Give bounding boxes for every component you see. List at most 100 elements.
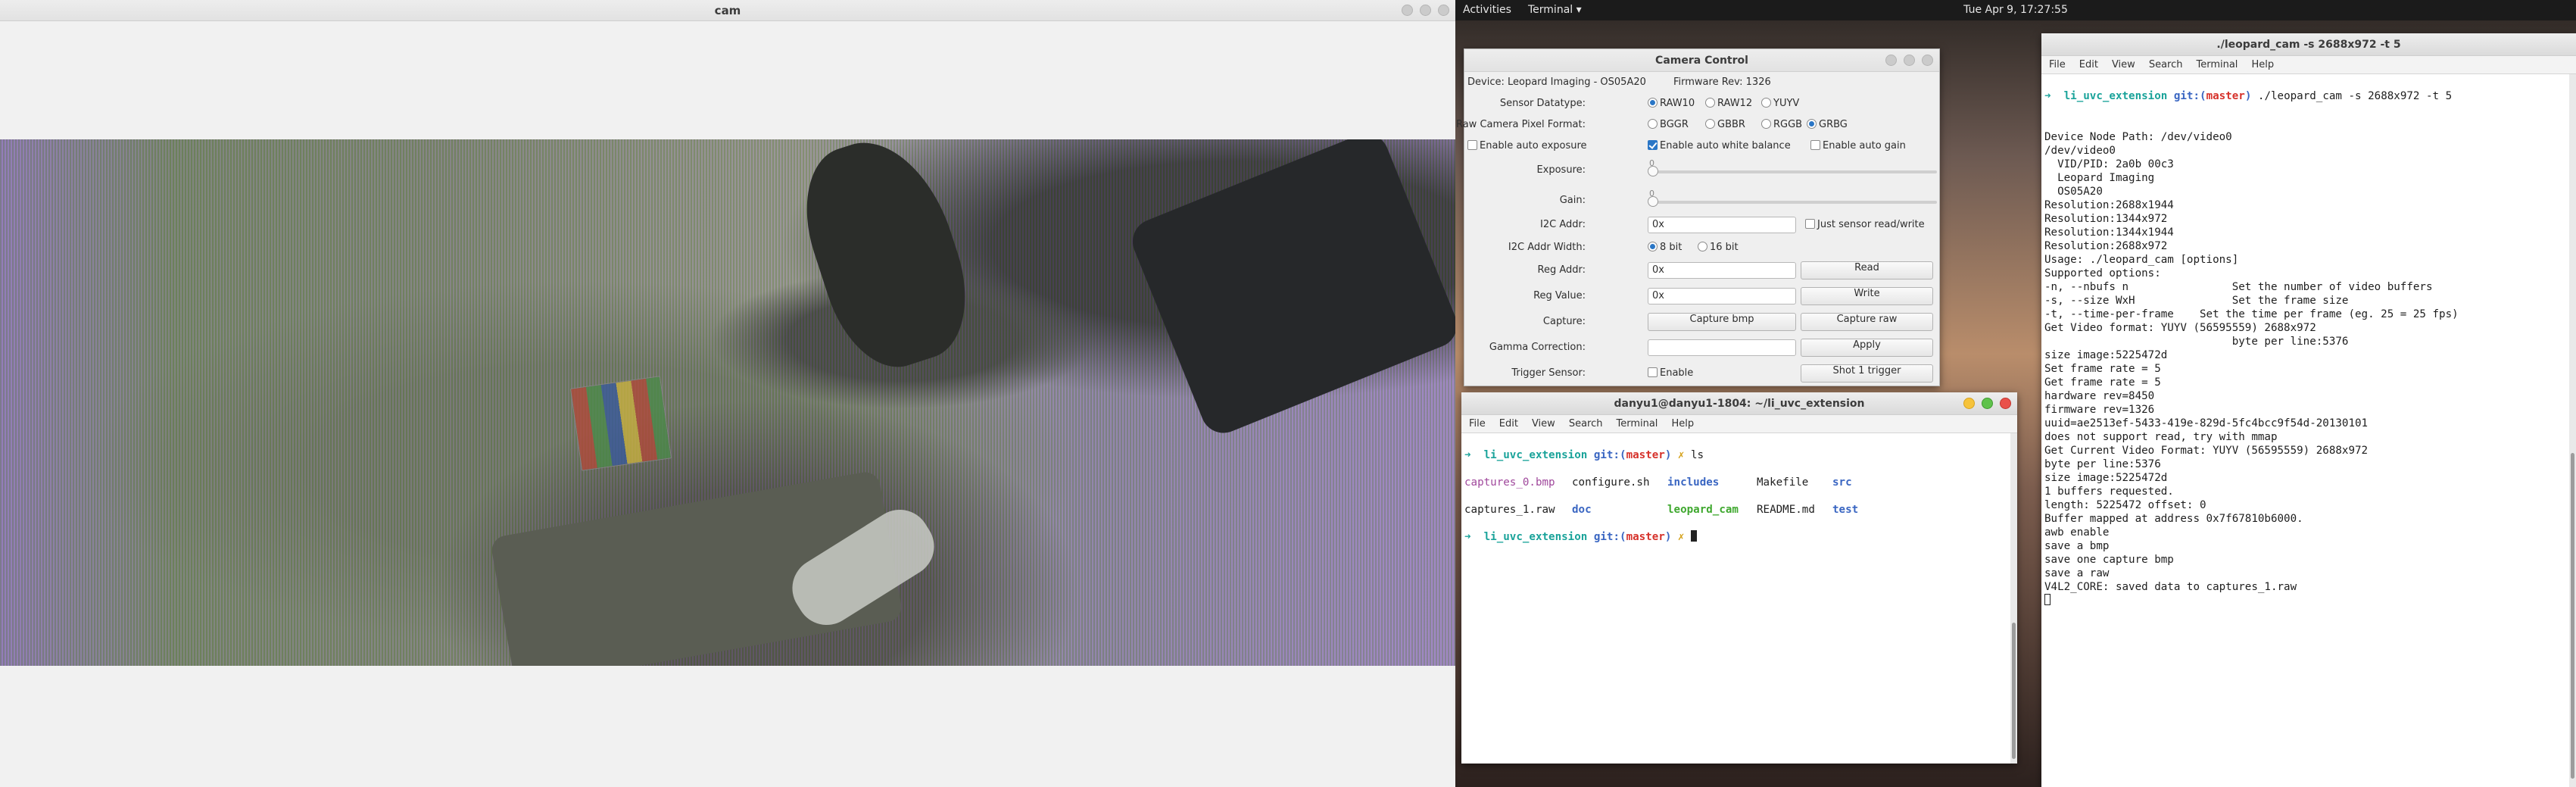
capture-label: Capture: — [1542, 316, 1586, 327]
terminal-line: Buffer mapped at address 0x7f67810b6000. — [2044, 513, 2303, 525]
radio-yuyv[interactable]: YUYV — [1761, 98, 1799, 109]
close-icon[interactable] — [1922, 55, 1933, 66]
capture-raw-button[interactable]: Capture raw — [1801, 313, 1933, 331]
terminal-line: Resolution:1344x972 — [2044, 213, 2168, 225]
terminal-line: byte per line:5376 — [2044, 336, 2349, 348]
exposure-slider-knob[interactable] — [1648, 166, 1658, 176]
terminal-line: hardware rev=8450 — [2044, 390, 2155, 402]
radio-16bit[interactable]: 16 bit — [1698, 242, 1739, 253]
just-sensor-checkbox[interactable]: Just sensor read/write — [1805, 219, 1925, 230]
device-label: Device: Leopard Imaging - OS05A20 — [1467, 77, 1646, 88]
terminal-line: ➜ li_uvc_extension git:(master) ✗ ls — [1464, 449, 1704, 461]
menu-help[interactable]: Help — [2251, 59, 2274, 70]
menu-terminal[interactable]: Terminal — [1616, 418, 1658, 429]
radio-gbbr[interactable]: GBBR — [1705, 119, 1745, 130]
terminal-line: VID/PID: 2a0b 00c3 — [2044, 158, 2174, 170]
menu-file[interactable]: File — [1469, 418, 1486, 429]
reg-addr-label: Reg Addr: — [1537, 264, 1586, 276]
maximize-icon[interactable] — [1420, 5, 1431, 16]
minimize-icon[interactable] — [1402, 5, 1413, 16]
minimize-icon[interactable] — [1963, 398, 1975, 409]
terminal-window-small: danyu1@danyu1-1804: ~/li_uvc_extension F… — [1461, 392, 2017, 764]
auto-white-balance-checkbox[interactable]: Enable auto white balance — [1648, 140, 1791, 151]
terminal-line: -n, --nbufs n Set the number of video bu… — [2044, 281, 2433, 293]
text-cursor — [1691, 530, 1697, 542]
shot-trigger-button[interactable]: Shot 1 trigger — [1801, 364, 1933, 383]
camera-control-window: Camera Control Device: Leopard Imaging -… — [1456, 48, 1940, 386]
gain-slider-knob[interactable] — [1648, 196, 1658, 207]
auto-exposure-checkbox[interactable]: Enable auto exposure — [1467, 140, 1587, 151]
clock[interactable]: Tue Apr 9, 17:27:55 — [1455, 4, 2576, 16]
terminal-line: Leopard Imaging — [2044, 172, 2155, 184]
exposure-label: Exposure: — [1536, 164, 1586, 176]
minimize-icon[interactable] — [1885, 55, 1897, 66]
terminal-line: length: 5225472 offset: 0 — [2044, 499, 2206, 511]
terminal-big-menubar: File Edit View Search Terminal Help — [2041, 56, 2576, 74]
menu-view[interactable]: View — [1532, 418, 1555, 429]
radio-rggb[interactable]: RGGB — [1761, 119, 1802, 130]
read-button[interactable]: Read — [1801, 261, 1933, 280]
radio-grbg[interactable]: GRBG — [1807, 119, 1848, 130]
reg-value-input[interactable]: 0x — [1648, 288, 1796, 304]
radio-raw12[interactable]: RAW12 — [1705, 98, 1752, 109]
menu-view[interactable]: View — [2112, 59, 2135, 70]
camera-preview-image — [0, 139, 1455, 666]
cam-title: cam — [714, 3, 741, 17]
menu-edit[interactable]: Edit — [2079, 59, 2098, 70]
i2c-addr-input[interactable]: 0x — [1648, 217, 1796, 233]
terminal-line: Resolution:2688x972 — [2044, 240, 2168, 252]
terminal-line: awb enable — [2044, 526, 2110, 539]
reg-value-label: Reg Value: — [1533, 290, 1586, 301]
terminal-big-titlebar[interactable]: ./leopard_cam -s 2688x972 -t 5 — [2041, 33, 2576, 56]
gain-label: Gain: — [1559, 195, 1586, 206]
terminal-line: save a bmp — [2044, 540, 2110, 552]
menu-help[interactable]: Help — [1671, 418, 1694, 429]
gain-slider[interactable]: 0 — [1648, 189, 1937, 207]
terminal-small-output[interactable]: ➜ li_uvc_extension git:(master) ✗ ls cap… — [1461, 433, 2017, 573]
menu-terminal[interactable]: Terminal — [2196, 59, 2238, 70]
terminal-line: save one capture bmp — [2044, 554, 2174, 566]
exposure-slider[interactable]: 0 — [1648, 158, 1937, 176]
terminal-line: Supported options: — [2044, 267, 2161, 280]
terminal-line: size image:5225472d — [2044, 349, 2168, 361]
terminal-small-menubar: File Edit View Search Terminal Help — [1461, 415, 2017, 433]
i2c-addr-label: I2C Addr: — [1540, 219, 1586, 230]
terminal-line: save a raw — [2044, 567, 2110, 579]
apply-button[interactable]: Apply — [1801, 339, 1933, 357]
terminal-big-output[interactable]: ➜ li_uvc_extension git:(master) ./leopar… — [2041, 74, 2576, 609]
terminal-line: ➜ li_uvc_extension git:(master) ✗ — [1464, 530, 2014, 544]
cam-titlebar[interactable]: cam — [0, 0, 1455, 21]
terminal-line: Get Video format: YUYV (56595559) 2688x9… — [2044, 322, 2316, 334]
terminal-small-titlebar[interactable]: danyu1@danyu1-1804: ~/li_uvc_extension — [1461, 392, 2017, 415]
close-icon[interactable] — [1438, 5, 1449, 16]
gamma-input[interactable] — [1648, 339, 1796, 356]
terminal-line: /dev/video0 — [2044, 145, 2116, 157]
cam-window: cam — [0, 0, 1455, 787]
close-icon[interactable] — [2000, 398, 2011, 409]
terminal-line: OS05A20 — [2044, 186, 2103, 198]
terminal-line: firmware rev=1326 — [2044, 404, 2155, 416]
capture-bmp-button[interactable]: Capture bmp — [1648, 313, 1796, 331]
camera-control-titlebar[interactable]: Camera Control — [1464, 49, 1939, 72]
maximize-icon[interactable] — [1982, 398, 1993, 409]
scrollbar[interactable] — [2010, 433, 2017, 764]
menu-edit[interactable]: Edit — [1499, 418, 1518, 429]
reg-addr-input[interactable]: 0x — [1648, 262, 1796, 279]
auto-gain-checkbox[interactable]: Enable auto gain — [1810, 140, 1906, 151]
desktop-screen: cam Activities Terminal ▾ Tue Apr 9, 17:… — [0, 0, 2576, 787]
terminal-line: V4L2_CORE: saved data to captures_1.raw — [2044, 581, 2297, 593]
ls-row: captures_1.raw doc leopard_cam README.md tes… — [1464, 504, 1859, 516]
maximize-icon[interactable] — [1904, 55, 1915, 66]
terminal-line: uuid=ae2513ef-5433-419e-829d-5fc4bcc9f54… — [2044, 417, 2369, 429]
scrollbar[interactable] — [2569, 74, 2576, 787]
radio-raw10[interactable]: RAW10 — [1648, 98, 1695, 109]
menu-search[interactable]: Search — [2149, 59, 2183, 70]
trigger-enable-checkbox[interactable]: Enable — [1648, 367, 1693, 379]
terminal-line: Device Node Path: /dev/video0 — [2044, 131, 2232, 143]
menu-file[interactable]: File — [2049, 59, 2066, 70]
menu-search[interactable]: Search — [1569, 418, 1603, 429]
firmware-label: Firmware Rev: 1326 — [1673, 77, 1771, 88]
write-button[interactable]: Write — [1801, 287, 1933, 305]
radio-8bit[interactable]: 8 bit — [1648, 242, 1682, 253]
radio-bggr[interactable]: BGGR — [1648, 119, 1689, 130]
